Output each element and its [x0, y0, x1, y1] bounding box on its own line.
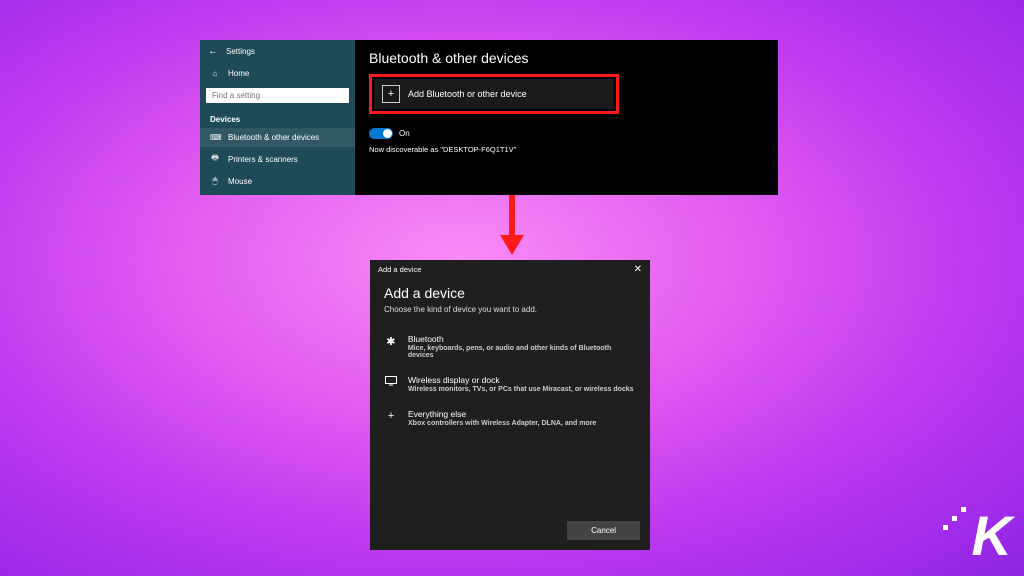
dialog-titlebar: Add a device ✕ [370, 260, 650, 279]
section-header-devices: Devices [200, 111, 355, 128]
sidebar-item-label: Printers & scanners [228, 155, 298, 164]
settings-window: ← Settings ⌂ Home Devices ⌨ Bluetooth & … [200, 40, 778, 195]
brand-logo: K [972, 508, 1008, 564]
plus-icon: + [384, 409, 398, 427]
bluetooth-icon: ✱ [384, 334, 398, 359]
dialog-footer: Cancel [370, 511, 650, 550]
dialog-subheading: Choose the kind of device you want to ad… [384, 305, 636, 314]
page-title: Bluetooth & other devices [369, 50, 764, 66]
sidebar-item-label: Mouse [228, 177, 252, 186]
back-icon[interactable]: ← [208, 46, 218, 57]
arrow-down-icon [500, 195, 524, 255]
bluetooth-toggle[interactable] [369, 128, 393, 139]
sidebar-item-mouse[interactable]: 🖱 Mouse [200, 171, 355, 191]
device-option-everything-else[interactable]: + Everything else Xbox controllers with … [384, 403, 636, 437]
settings-title: Settings [226, 47, 255, 56]
bluetooth-toggle-row: On [369, 128, 764, 139]
bluetooth-icon: ⌨ [210, 133, 220, 142]
add-device-label: Add Bluetooth or other device [408, 89, 527, 99]
cancel-button[interactable]: Cancel [567, 521, 640, 540]
mouse-icon: 🖱 [210, 176, 220, 186]
settings-content: Bluetooth & other devices + Add Bluetoot… [355, 40, 778, 195]
sidebar-item-bluetooth[interactable]: ⌨ Bluetooth & other devices [200, 128, 355, 147]
home-label: Home [228, 69, 249, 78]
device-option-wireless-display[interactable]: Wireless display or dock Wireless monito… [384, 369, 636, 403]
sidebar-item-printers[interactable]: 🖶 Printers & scanners [200, 147, 355, 171]
device-option-title: Bluetooth [408, 334, 636, 344]
dialog-heading: Add a device [384, 285, 636, 301]
device-option-desc: Wireless monitors, TVs, or PCs that use … [408, 386, 634, 393]
settings-titlebar: ← Settings [200, 40, 355, 63]
add-device-dialog: Add a device ✕ Add a device Choose the k… [370, 260, 650, 550]
device-option-bluetooth[interactable]: ✱ Bluetooth Mice, keyboards, pens, or au… [384, 328, 636, 369]
logo-dots-icon [943, 507, 966, 530]
sidebar-item-home[interactable]: ⌂ Home [200, 63, 355, 84]
dialog-body: Add a device Choose the kind of device y… [370, 279, 650, 511]
device-option-desc: Xbox controllers with Wireless Adapter, … [408, 420, 596, 427]
home-icon: ⌂ [210, 69, 220, 78]
device-option-title: Everything else [408, 409, 596, 419]
printer-icon: 🖶 [210, 152, 220, 166]
device-option-desc: Mice, keyboards, pens, or audio and othe… [408, 345, 636, 359]
toggle-label: On [399, 129, 410, 138]
display-icon [384, 375, 398, 393]
sidebar-item-label: Bluetooth & other devices [228, 133, 319, 142]
add-device-button[interactable]: + Add Bluetooth or other device [374, 79, 614, 109]
dialog-titlebar-text: Add a device [378, 265, 421, 274]
discoverable-text: Now discoverable as "DESKTOP-F6Q1T1V" [369, 145, 764, 154]
plus-icon: + [382, 85, 400, 103]
settings-sidebar: ← Settings ⌂ Home Devices ⌨ Bluetooth & … [200, 40, 355, 195]
search-input[interactable] [206, 88, 349, 103]
annotation-highlight: + Add Bluetooth or other device [369, 74, 619, 114]
device-option-title: Wireless display or dock [408, 375, 634, 385]
close-icon[interactable]: ✕ [634, 264, 642, 275]
